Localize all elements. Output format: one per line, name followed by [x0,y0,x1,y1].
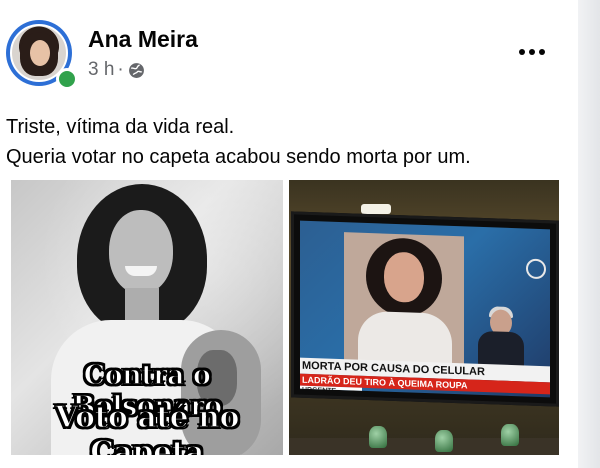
post-photo-left[interactable]: Contra o Bolsonaro Voto até no Capeta [11,180,283,455]
post-text-line-1: Triste, vítima da vida real. [6,116,235,138]
page-edge-strip [578,0,600,468]
post-meta: 3 h · [88,59,145,81]
meta-separator: · [117,59,124,80]
author-name[interactable]: Ana Meira [88,26,198,53]
globe-icon[interactable] [128,62,145,79]
post-photo-right[interactable]: MORTA POR CAUSA DO CELULAR LADRÃO DEU TI… [289,180,559,455]
online-status-icon [56,68,78,90]
post-text-line-2: Queria votar no capeta acabou sendo mort… [6,146,471,168]
channel-logo-icon [526,258,546,280]
tv-screen: MORTA POR CAUSA DO CELULAR LADRÃO DEU TI… [300,220,550,398]
news-ticker-tag: URGENTE [300,385,362,397]
post-time[interactable]: 3 h [88,59,114,81]
meme-caption-line-2: Voto até no Capeta [54,399,240,455]
post-text: Triste, vítima da vida real. Queria vota… [6,112,566,172]
ceiling-light [361,204,391,214]
more-options-button[interactable] [512,40,552,64]
post-header: Ana Meira 3 h · [6,18,576,90]
more-horizontal-icon [519,49,525,55]
tv-set: MORTA POR CAUSA DO CELULAR LADRÃO DEU TI… [291,211,559,407]
